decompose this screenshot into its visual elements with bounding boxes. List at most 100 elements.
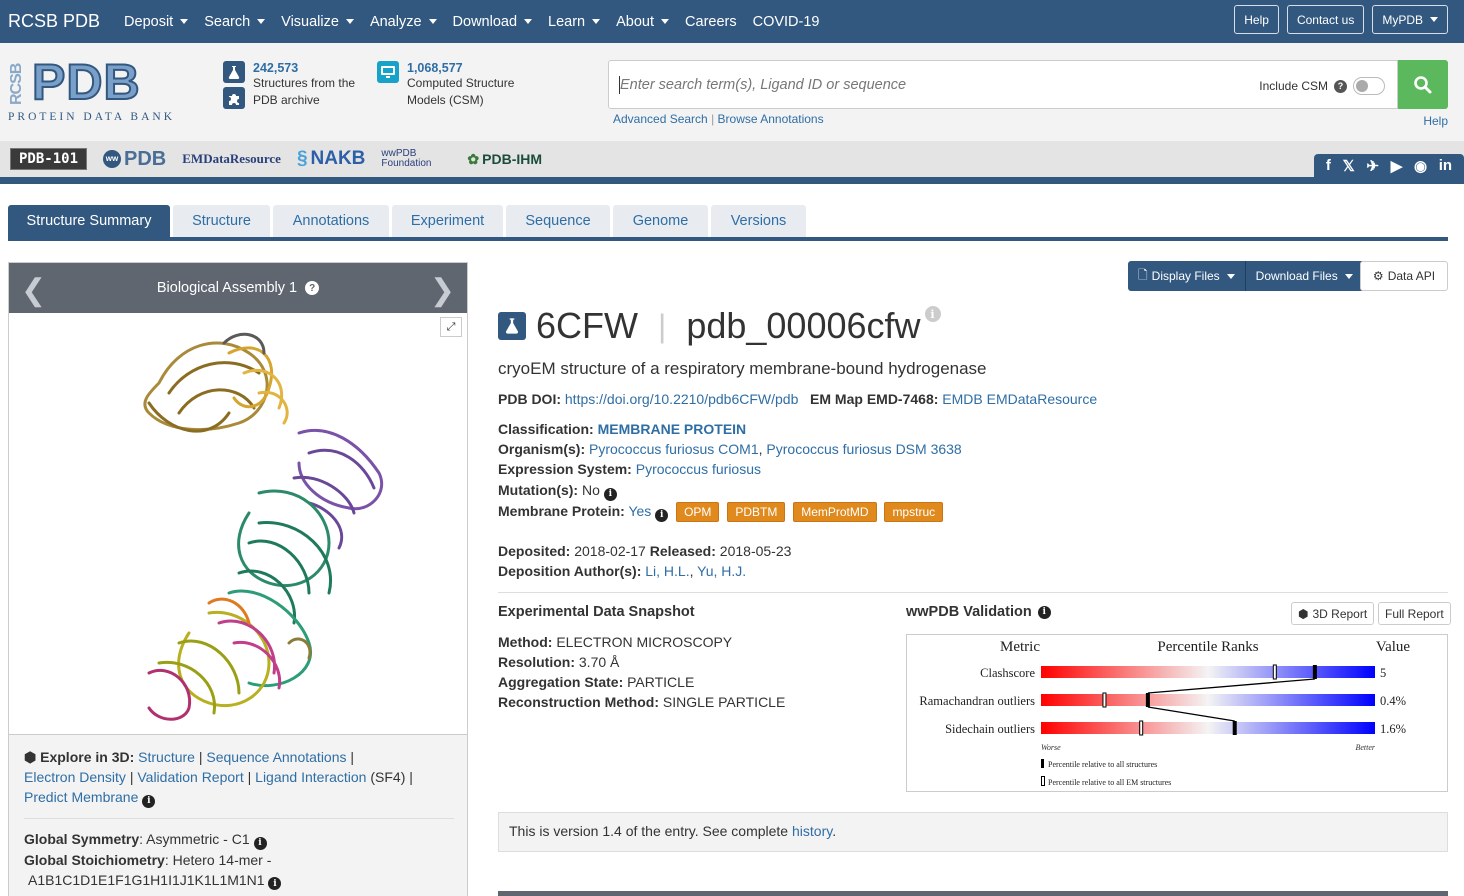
wwpdb-logo[interactable]: ww PDB [103, 148, 166, 171]
full-report-button[interactable]: Full Report [1378, 602, 1451, 625]
connector-line [1147, 706, 1235, 722]
nakb-logo[interactable]: § NAKB [297, 148, 365, 170]
rcsb-pdb-logo[interactable]: RCSB PDB PROTEIN DATA BANK [8, 53, 198, 123]
nav-careers[interactable]: Careers [685, 14, 737, 30]
stat-structures[interactable]: 242,573 Structures from the PDB archive [223, 61, 355, 109]
emdataresource-logo[interactable]: EMDataResource [182, 151, 281, 167]
nav-covid[interactable]: COVID-19 [753, 14, 820, 30]
youtube-icon[interactable]: ▶ [1391, 157, 1403, 175]
data-api-button[interactable]: ⚙ Data API [1360, 261, 1448, 291]
contact-button[interactable]: Contact us [1286, 5, 1365, 34]
pdbtm-badge[interactable]: PDBTM [727, 502, 786, 522]
tab-experiment[interactable]: Experiment [392, 205, 503, 237]
pdbihm-logo[interactable]: ✿ PDB-IHM [467, 151, 542, 168]
browse-annotations-link[interactable]: Browse Annotations [718, 112, 824, 126]
file-buttons: 🗋 Display Files Download Files [1128, 261, 1364, 291]
cube-icon: ⬢ [1298, 606, 1309, 621]
history-link[interactable]: history [792, 823, 832, 839]
help-button[interactable]: Help [1234, 5, 1279, 34]
csm-toggle[interactable] [1353, 77, 1385, 95]
nav-learn[interactable]: Learn [548, 14, 601, 30]
tab-versions[interactable]: Versions [711, 205, 806, 237]
organism-link-1[interactable]: Pyrococcus furiosus COM1 [589, 441, 759, 457]
value-header: Value [1376, 639, 1410, 655]
better-label: Better [1355, 743, 1375, 752]
explore-structure-link[interactable]: Structure [138, 749, 195, 765]
x-icon[interactable]: 𝕏 [1343, 157, 1355, 175]
em-percentile-marker [1139, 720, 1144, 736]
nav-visualize[interactable]: Visualize [281, 14, 354, 30]
search-input[interactable]: Enter search term(s), Ligand ID or seque… [608, 60, 1398, 109]
legend-em-marker [1041, 776, 1045, 786]
brand-link[interactable]: RCSB PDB [8, 11, 100, 32]
validation-slider[interactable]: Metric Percentile Ranks Value Clashscore… [906, 634, 1448, 792]
info-icon[interactable]: i [655, 508, 669, 522]
emdr-link[interactable]: EMDataResource [987, 391, 1098, 407]
expression-row: Expression System: Pyrococcus furiosus [498, 461, 762, 477]
stat-csm[interactable]: 1,068,577 Computed Structure Models (CSM… [377, 61, 514, 109]
nav-download[interactable]: Download [453, 14, 533, 30]
bluesky-icon[interactable]: ✈ [1366, 157, 1379, 175]
predict-membrane-link[interactable]: Predict Membrane [24, 789, 138, 805]
doi-link[interactable]: https://doi.org/10.2210/pdb6CFW/pdb [565, 391, 798, 407]
search-help-link[interactable]: Help [1423, 114, 1448, 128]
wwpdb-foundation-logo[interactable]: wwPDB Foundation [381, 149, 451, 169]
tab-annotations[interactable]: Annotations [273, 205, 389, 237]
ligand-interaction-link[interactable]: Ligand Interaction [255, 769, 366, 785]
caret-down-icon [592, 19, 601, 24]
linkedin-icon[interactable]: in [1439, 157, 1452, 174]
mypdb-button[interactable]: MyPDB [1372, 5, 1448, 34]
info-icon[interactable]: i [253, 836, 267, 850]
mpstruc-badge[interactable]: mpstruc [884, 502, 944, 522]
entry-title: cryoEM structure of a respiratory membra… [498, 359, 987, 378]
structure-image[interactable]: ⤢ [9, 313, 467, 735]
advanced-search-link[interactable]: Advanced Search [613, 112, 708, 126]
monitor-icon [377, 61, 399, 83]
nav-analyze[interactable]: Analyze [370, 14, 437, 30]
reconstruction-row: Reconstruction Method: SINGLE PARTICLE [498, 694, 786, 710]
tab-structure-summary[interactable]: Structure Summary [8, 205, 170, 237]
3d-report-button[interactable]: ⬢ 3D Report [1291, 602, 1375, 625]
expand-icon[interactable]: ⤢ [440, 317, 462, 337]
facebook-icon[interactable]: f [1326, 157, 1331, 174]
nav-about[interactable]: About [616, 14, 670, 30]
author-link-1[interactable]: Li, H.L. [645, 563, 689, 579]
info-icon[interactable]: i [142, 794, 156, 808]
globe-icon: ww [103, 150, 122, 168]
help-icon[interactable]: ? [305, 281, 320, 295]
membrane-link[interactable]: Yes [628, 503, 651, 519]
gear-icon: ⚙ [1372, 269, 1384, 283]
metric-value: 0.4% [1380, 694, 1406, 708]
pdb101-logo[interactable]: PDB-101 [10, 148, 88, 170]
chevron-right-icon[interactable]: ❯ [430, 273, 455, 308]
tab-genome[interactable]: Genome [613, 205, 708, 237]
protein-structure-illustration [143, 332, 384, 721]
nav-deposit[interactable]: Deposit [124, 14, 189, 30]
info-icon[interactable]: i [924, 306, 941, 322]
author-link-2[interactable]: Yu, H.J. [697, 563, 746, 579]
emdb-link[interactable]: EMDB [942, 391, 982, 407]
download-files-button[interactable]: Download Files [1245, 261, 1364, 291]
assembly-header: ❮ Biological Assembly 1 ? ❯ [9, 263, 467, 313]
organism-link-2[interactable]: Pyrococcus furiosus DSM 3638 [766, 441, 961, 457]
help-icon[interactable]: ? [1334, 79, 1347, 93]
nav-search[interactable]: Search [204, 14, 266, 30]
info-icon[interactable]: i [1037, 605, 1051, 619]
display-files-button[interactable]: 🗋 Display Files [1128, 261, 1246, 291]
classification-link[interactable]: MEMBRANE PROTEIN [598, 421, 747, 437]
chevron-left-icon[interactable]: ❮ [21, 273, 46, 308]
search-button[interactable] [1398, 60, 1448, 109]
validation-report-link[interactable]: Validation Report [137, 769, 243, 785]
explore-seq-annotations-link[interactable]: Sequence Annotations [206, 749, 346, 765]
worse-label: Worse [1041, 743, 1061, 752]
info-icon[interactable]: i [603, 487, 617, 501]
memprotmd-badge[interactable]: MemProtMD [793, 502, 877, 522]
electron-density-link[interactable]: Electron Density [24, 769, 126, 785]
opm-badge[interactable]: OPM [676, 502, 720, 522]
expression-link[interactable]: Pyrococcus furiosus [636, 461, 761, 477]
header-divider [0, 177, 1464, 184]
tab-sequence[interactable]: Sequence [506, 205, 610, 237]
info-icon[interactable]: i [268, 877, 282, 890]
tab-structure[interactable]: Structure [173, 205, 270, 237]
github-icon[interactable]: ◉ [1414, 157, 1427, 175]
